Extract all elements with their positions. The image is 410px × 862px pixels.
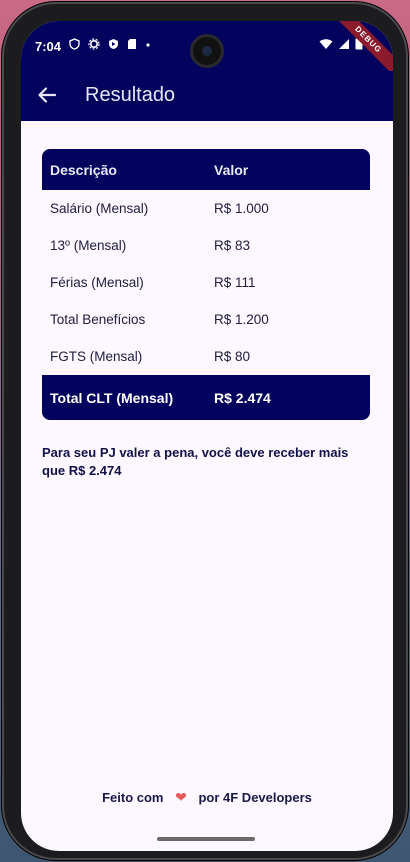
heart-icon: ❤ bbox=[175, 789, 187, 805]
screen: 7:04 DEBUG Resultado Descrição Valor Sal… bbox=[21, 21, 393, 851]
result-table: Descrição Valor Salário (Mensal) R$ 1.00… bbox=[42, 149, 370, 420]
total-value: R$ 2.474 bbox=[214, 389, 271, 406]
back-arrow-icon[interactable] bbox=[35, 83, 59, 107]
row-value: R$ 83 bbox=[214, 238, 251, 253]
row-value: R$ 1.000 bbox=[214, 201, 269, 216]
footer: Feito com ❤ por 4F Developers bbox=[21, 789, 393, 806]
shield-icon bbox=[69, 38, 80, 50]
row-label: Férias (Mensal) bbox=[50, 275, 144, 290]
row-value: R$ 1.200 bbox=[214, 312, 269, 327]
front-camera bbox=[193, 37, 221, 65]
phone-frame: 7:04 DEBUG Resultado Descrição Valor Sal… bbox=[2, 2, 408, 860]
home-indicator[interactable] bbox=[157, 837, 255, 841]
total-label: Total CLT (Mensal) bbox=[50, 389, 174, 406]
footer-suffix: por 4F Developers bbox=[198, 790, 312, 805]
signal-icon bbox=[339, 38, 349, 49]
table-header: Descrição Valor bbox=[42, 149, 370, 190]
sd-card-icon bbox=[128, 39, 136, 49]
status-bar: 7:04 DEBUG bbox=[21, 21, 393, 84]
row-label: 13º (Mensal) bbox=[50, 238, 127, 253]
row-label: Salário (Mensal) bbox=[50, 201, 149, 216]
header-description: Descrição bbox=[50, 161, 117, 178]
table-row: Total Benefícios R$ 1.200 bbox=[42, 301, 370, 338]
row-value: R$ 111 bbox=[214, 275, 256, 290]
status-icons-left bbox=[69, 38, 151, 50]
page-title: Resultado bbox=[85, 84, 176, 106]
row-value: R$ 80 bbox=[214, 349, 251, 364]
footer-prefix: Feito com bbox=[102, 790, 164, 805]
table-row: Salário (Mensal) R$ 1.000 bbox=[42, 190, 370, 227]
row-label: FGTS (Mensal) bbox=[50, 349, 143, 364]
row-label: Total Benefícios bbox=[50, 312, 146, 327]
app-bar: Resultado bbox=[21, 71, 393, 121]
gear-icon bbox=[88, 38, 100, 50]
header-value: Valor bbox=[214, 161, 249, 178]
wifi-icon bbox=[319, 38, 333, 49]
table-row: Férias (Mensal) R$ 111 bbox=[42, 264, 370, 301]
status-time: 7:04 bbox=[35, 39, 62, 54]
table-row: 13º (Mensal) R$ 83 bbox=[42, 227, 370, 264]
play-protect-icon bbox=[109, 39, 118, 49]
table-row: FGTS (Mensal) R$ 80 bbox=[42, 338, 370, 375]
result-message: Para seu PJ valer a pena, você deve rece… bbox=[42, 445, 349, 478]
table-total-row: Total CLT (Mensal) R$ 2.474 bbox=[42, 375, 370, 420]
dot-icon bbox=[146, 43, 150, 47]
